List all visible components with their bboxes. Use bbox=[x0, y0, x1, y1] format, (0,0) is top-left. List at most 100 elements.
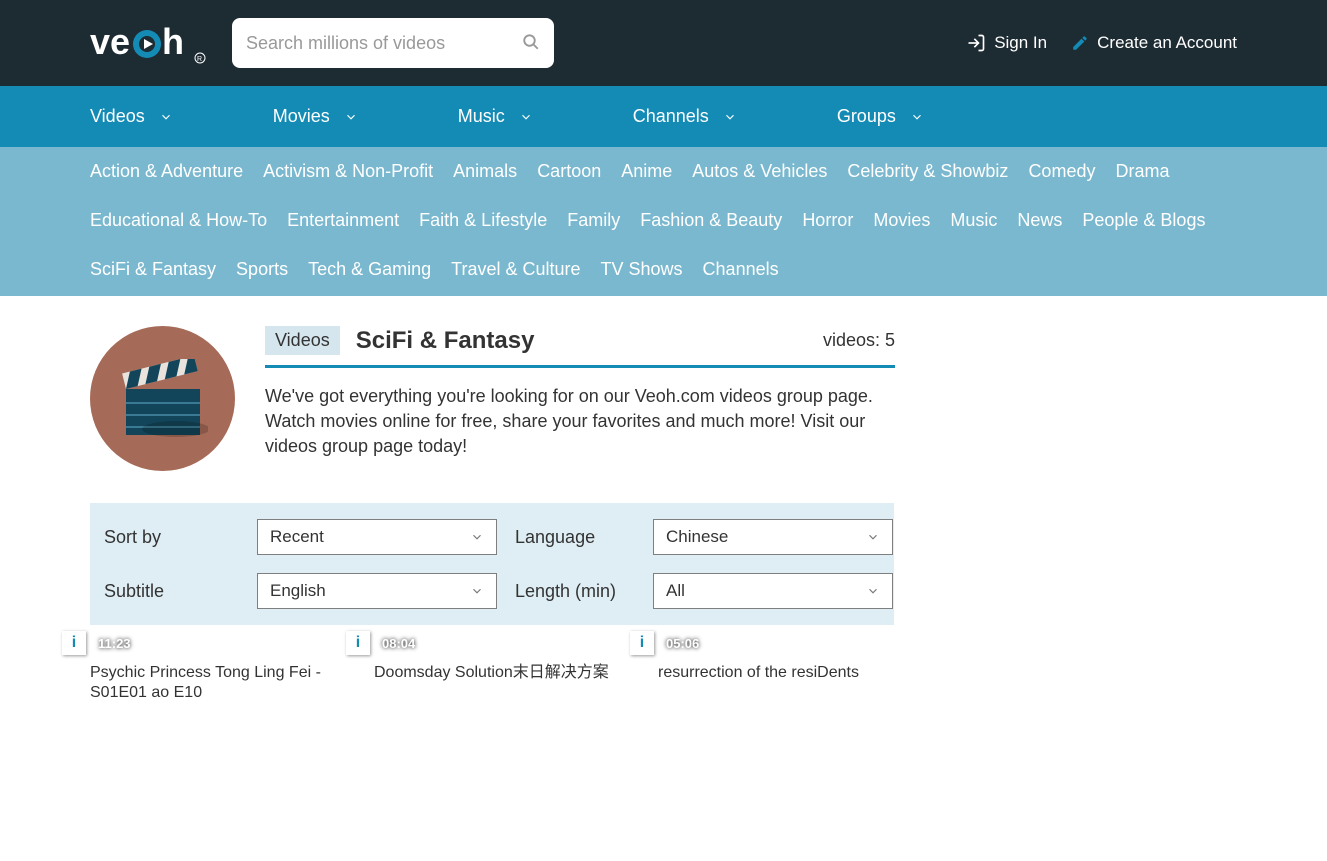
sort-value: Recent bbox=[270, 527, 324, 547]
chevron-down-icon bbox=[866, 530, 880, 544]
subnav-item[interactable]: Celebrity & Showbiz bbox=[847, 161, 1008, 192]
subnav-item[interactable]: Anime bbox=[621, 161, 672, 192]
topbar: ve h R Sign In Create an Account bbox=[0, 0, 1327, 86]
subnav-item[interactable]: Movies bbox=[873, 210, 930, 241]
subnav-item[interactable]: Horror bbox=[802, 210, 853, 241]
sign-in-link[interactable]: Sign In bbox=[966, 33, 1047, 53]
language-value: Chinese bbox=[666, 527, 728, 547]
category-title: SciFi & Fantasy bbox=[356, 327, 535, 355]
subnav-item[interactable]: Faith & Lifestyle bbox=[419, 210, 547, 241]
chevron-down-icon bbox=[470, 584, 484, 598]
subnav-item[interactable]: Comedy bbox=[1028, 161, 1095, 192]
chevron-down-icon bbox=[344, 110, 358, 124]
main-nav-inner: Videos Movies Music Channels Groups bbox=[90, 86, 1237, 147]
subnav-item[interactable]: Activism & Non-Profit bbox=[263, 161, 433, 192]
info-icon[interactable]: i bbox=[630, 631, 654, 655]
filter-bar: Sort by Recent Language Chinese Subtitle… bbox=[90, 503, 894, 625]
chevron-down-icon bbox=[723, 110, 737, 124]
sort-select[interactable]: Recent bbox=[257, 519, 497, 555]
video-card: 05:06iresurrection of the resiDents bbox=[658, 659, 910, 703]
search-input[interactable] bbox=[246, 33, 522, 54]
content: Videos SciFi & Fantasy videos: 5 We've g… bbox=[90, 296, 1237, 727]
mainnav-item-channels[interactable]: Channels bbox=[633, 86, 737, 147]
video-grid: 11:23iPsychic Princess Tong Ling Fei - S… bbox=[90, 659, 1237, 727]
chevron-down-icon bbox=[159, 110, 173, 124]
top-actions: Sign In Create an Account bbox=[966, 33, 1237, 53]
category-main: Videos SciFi & Fantasy videos: 5 We've g… bbox=[265, 326, 895, 471]
video-duration: 08:04 bbox=[382, 636, 415, 651]
subnav-item[interactable]: Entertainment bbox=[287, 210, 399, 241]
category-header: Videos SciFi & Fantasy videos: 5 We've g… bbox=[90, 326, 1237, 471]
mainnav-item-movies[interactable]: Movies bbox=[273, 86, 358, 147]
sub-nav: Action & Adventure Activism & Non-Profit A… bbox=[0, 147, 1327, 296]
mainnav-item-music[interactable]: Music bbox=[458, 86, 533, 147]
chevron-down-icon bbox=[519, 110, 533, 124]
length-label: Length (min) bbox=[515, 581, 635, 602]
subnav-item[interactable]: Fashion & Beauty bbox=[640, 210, 782, 241]
subnav-item[interactable]: People & Blogs bbox=[1082, 210, 1205, 241]
mainnav-item-videos[interactable]: Videos bbox=[90, 86, 173, 147]
length-value: All bbox=[666, 581, 685, 601]
search-button[interactable] bbox=[522, 33, 540, 54]
topbar-inner: ve h R Sign In Create an Account bbox=[90, 0, 1237, 86]
svg-text:R: R bbox=[197, 56, 202, 63]
search-icon bbox=[522, 33, 540, 51]
subtitle-value: English bbox=[270, 581, 326, 601]
video-title[interactable]: resurrection of the resiDents bbox=[658, 663, 910, 683]
info-icon[interactable]: i bbox=[62, 631, 86, 655]
chevron-down-icon bbox=[910, 110, 924, 124]
subnav-item[interactable]: Sports bbox=[236, 259, 288, 290]
subnav-item[interactable]: Cartoon bbox=[537, 161, 601, 192]
subnav-item[interactable]: Family bbox=[567, 210, 620, 241]
subnav-item[interactable]: Action & Adventure bbox=[90, 161, 243, 192]
mainnav-label: Channels bbox=[633, 106, 709, 127]
length-select[interactable]: All bbox=[653, 573, 893, 609]
subnav-item[interactable]: Animals bbox=[453, 161, 517, 192]
category-description: We've got everything you're looking for … bbox=[265, 384, 895, 460]
search-box bbox=[232, 18, 554, 68]
mainnav-label: Movies bbox=[273, 106, 330, 127]
create-account-label: Create an Account bbox=[1097, 33, 1237, 53]
video-card: 11:23iPsychic Princess Tong Ling Fei - S… bbox=[90, 659, 342, 703]
subnav-item[interactable]: Music bbox=[950, 210, 997, 241]
mainnav-item-groups[interactable]: Groups bbox=[837, 86, 924, 147]
subnav-item[interactable]: Tech & Gaming bbox=[308, 259, 431, 290]
subnav-item[interactable]: SciFi & Fantasy bbox=[90, 259, 216, 290]
video-count: videos: 5 bbox=[823, 330, 895, 351]
video-duration: 05:06 bbox=[666, 636, 699, 651]
subnav-item[interactable]: TV Shows bbox=[601, 259, 683, 290]
mainnav-label: Music bbox=[458, 106, 505, 127]
mainnav-label: Groups bbox=[837, 106, 896, 127]
video-title[interactable]: Doomsday Solution末日解决方案 bbox=[374, 663, 626, 683]
svg-text:ve: ve bbox=[90, 21, 130, 62]
subnav-item[interactable]: Autos & Vehicles bbox=[692, 161, 827, 192]
subtitle-select[interactable]: English bbox=[257, 573, 497, 609]
create-account-link[interactable]: Create an Account bbox=[1071, 33, 1237, 53]
logo[interactable]: ve h R bbox=[90, 20, 210, 66]
video-title[interactable]: Psychic Princess Tong Ling Fei - S01E01 … bbox=[90, 663, 342, 703]
sort-label: Sort by bbox=[104, 527, 239, 548]
video-duration: 11:23 bbox=[98, 636, 131, 651]
subnav-item[interactable]: Travel & Culture bbox=[451, 259, 580, 290]
subnav-item[interactable]: Drama bbox=[1115, 161, 1169, 192]
chevron-down-icon bbox=[470, 530, 484, 544]
language-label: Language bbox=[515, 527, 635, 548]
sign-in-label: Sign In bbox=[994, 33, 1047, 53]
video-card: 08:04iDoomsday Solution末日解决方案 bbox=[374, 659, 626, 703]
sub-nav-inner: Action & Adventure Activism & Non-Profit A… bbox=[90, 147, 1237, 296]
video-card bbox=[942, 659, 1194, 703]
category-title-row: Videos SciFi & Fantasy videos: 5 bbox=[265, 326, 895, 368]
mainnav-label: Videos bbox=[90, 106, 145, 127]
clapper-icon bbox=[90, 326, 235, 471]
subtitle-label: Subtitle bbox=[104, 581, 239, 602]
pencil-icon bbox=[1071, 34, 1089, 52]
subnav-item[interactable]: News bbox=[1017, 210, 1062, 241]
subnav-item[interactable]: Educational & How-To bbox=[90, 210, 267, 241]
sign-in-icon bbox=[966, 33, 986, 53]
svg-text:h: h bbox=[162, 21, 184, 62]
language-select[interactable]: Chinese bbox=[653, 519, 893, 555]
category-type-label: Videos bbox=[265, 326, 340, 355]
subnav-item[interactable]: Channels bbox=[703, 259, 779, 290]
info-icon[interactable]: i bbox=[346, 631, 370, 655]
chevron-down-icon bbox=[866, 584, 880, 598]
